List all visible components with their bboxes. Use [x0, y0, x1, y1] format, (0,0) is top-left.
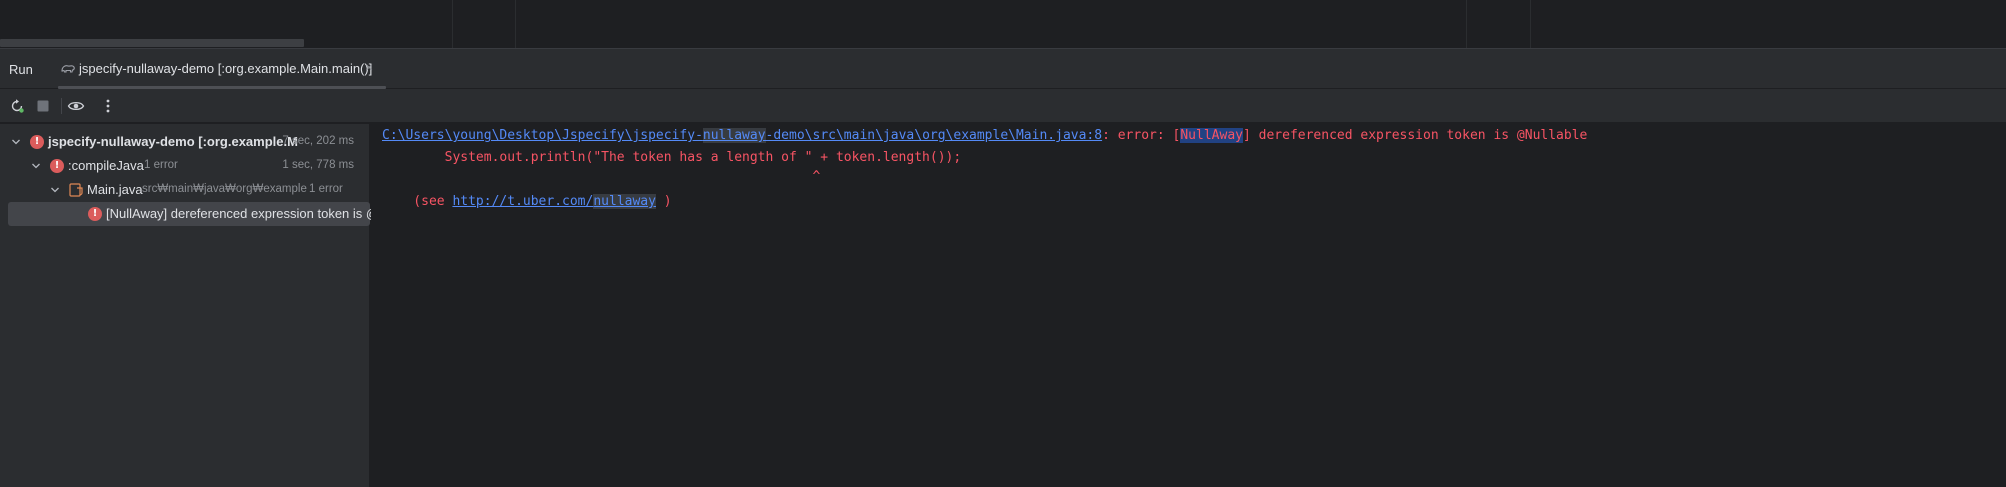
gradle-icon: [60, 62, 76, 76]
java-file-icon: [68, 182, 84, 198]
tree-file-path: src₩main₩java₩org₩example: [142, 183, 307, 195]
console-line-caret: ^: [382, 169, 821, 184]
file-path-link[interactable]: C:\Users\young\Desktop\Jspecify\jspecify…: [382, 128, 1102, 143]
console-line-source: System.out.println("The token has a leng…: [382, 150, 962, 165]
error-icon: !: [30, 135, 44, 149]
run-tool-window-header: Run jspecify-nullaway-demo [:org.example…: [0, 49, 2006, 89]
nullaway-url-link[interactable]: http://t.uber.com/nullaway: [452, 194, 656, 209]
chevron-down-icon[interactable]: [10, 136, 22, 148]
eye-icon[interactable]: [66, 96, 86, 116]
chevron-down-icon[interactable]: [49, 184, 61, 196]
error-icon: !: [50, 159, 64, 173]
tree-file-label: Main.java: [87, 182, 143, 197]
editor-divider: [515, 0, 516, 48]
tree-task-meta: 1 error: [144, 159, 178, 171]
error-icon: !: [88, 207, 102, 221]
tab-label: jspecify-nullaway-demo [:org.example.Mai…: [79, 61, 373, 76]
run-toolbar: [0, 89, 2006, 123]
close-icon[interactable]: ×: [365, 59, 373, 75]
tree-task-time: 1 sec, 778 ms: [282, 159, 354, 171]
chevron-down-icon[interactable]: [30, 160, 42, 172]
editor-divider: [1530, 0, 1531, 48]
search-match-highlight: NullAway: [1180, 128, 1243, 143]
rerun-icon[interactable]: [7, 96, 27, 116]
tree-file-meta: 1 error: [309, 183, 343, 195]
console-line-error: C:\Users\young\Desktop\Jspecify\jspecify…: [382, 128, 1588, 143]
tree-row-task[interactable]: ! :compileJava 1 error 1 sec, 778 ms: [0, 154, 370, 178]
console-line-see: (see http://t.uber.com/nullaway ): [382, 194, 672, 209]
tool-window-title: Run: [9, 62, 33, 77]
tree-row-root[interactable]: ! jspecify-nullaway-demo [:org.example.M…: [0, 130, 370, 154]
editor-area-top: [0, 0, 2006, 49]
tree-row-file[interactable]: Main.java src₩main₩java₩org₩example 1 er…: [0, 178, 370, 202]
tree-root-label: jspecify-nullaway-demo [:org.example.M: [48, 134, 298, 149]
horizontal-scrollbar[interactable]: [0, 39, 304, 47]
build-results-tree: ! jspecify-nullaway-demo [:org.example.M…: [0, 124, 388, 487]
editor-divider: [1466, 0, 1467, 48]
tree-task-label: :compileJava: [68, 158, 144, 173]
tree-root-time: 7 sec, 202 ms: [282, 135, 354, 147]
tree-message-label: [NullAway] dereferenced expression token…: [106, 206, 389, 221]
more-vertical-icon[interactable]: [98, 96, 118, 116]
stop-icon[interactable]: [33, 96, 53, 116]
console-output[interactable]: C:\Users\young\Desktop\Jspecify\jspecify…: [371, 124, 2006, 487]
tree-row-message[interactable]: ! [NullAway] dereferenced expression tok…: [8, 202, 388, 226]
editor-divider: [452, 0, 453, 48]
tab-run-configuration[interactable]: jspecify-nullaway-demo [:org.example.Mai…: [58, 49, 386, 89]
